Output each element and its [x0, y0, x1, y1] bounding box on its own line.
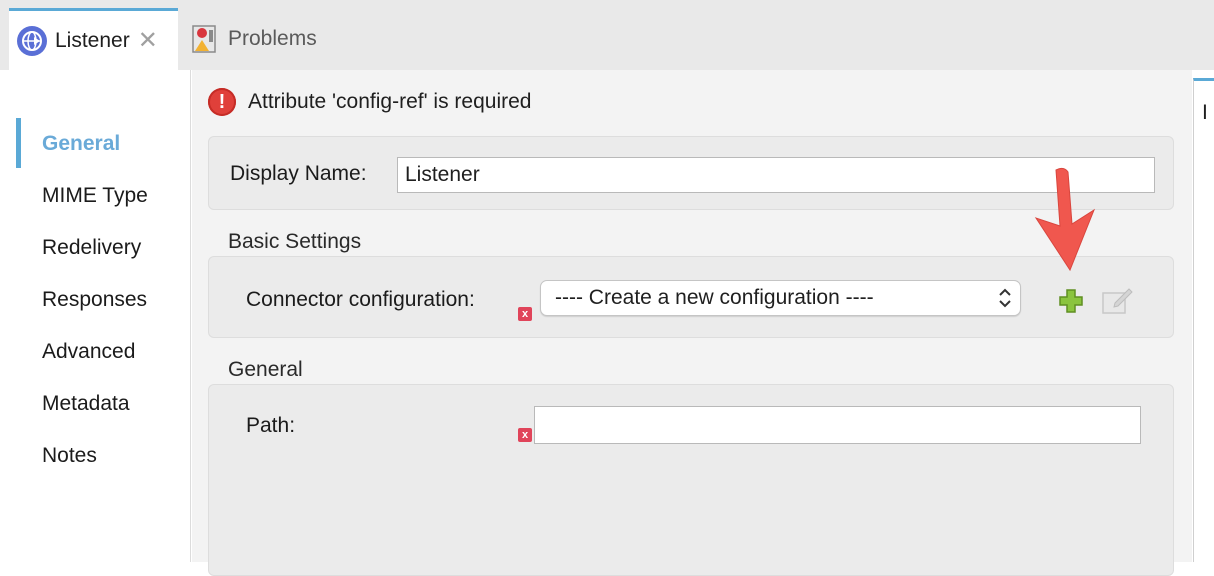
tab-listener-label: Listener [55, 28, 130, 52]
edit-configuration-icon[interactable] [1101, 285, 1133, 315]
tab-problems[interactable]: Problems [190, 8, 317, 70]
right-pane-text: I [1202, 101, 1208, 124]
editor-tab-bar: Listener ✕ Problems [0, 0, 1214, 70]
sidebar-item-notes[interactable]: Notes [42, 444, 97, 468]
sidebar-item-mime-type[interactable]: MIME Type [42, 184, 148, 208]
close-icon[interactable]: ✕ [138, 28, 158, 53]
required-icon: x [518, 428, 532, 442]
problems-view-icon [190, 24, 218, 54]
general-section-title: General [228, 358, 303, 381]
display-name-label: Display Name: [230, 162, 367, 185]
sidebar-item-general[interactable]: General [42, 132, 120, 156]
globe-connector-icon [17, 25, 47, 56]
annotation-arrow-icon [1034, 167, 1096, 272]
sidebar-item-responses[interactable]: Responses [42, 288, 147, 312]
path-label: Path: [246, 414, 296, 437]
basic-settings-title: Basic Settings [228, 230, 362, 253]
connector-configuration-select[interactable]: ---- Create a new configuration ---- [540, 280, 1021, 316]
add-configuration-icon[interactable] [1058, 288, 1084, 314]
path-input[interactable] [534, 406, 1141, 444]
property-sidebar: General MIME Type Redelivery Responses A… [0, 70, 191, 562]
tab-problems-label: Problems [228, 27, 317, 50]
error-icon: ! [208, 88, 236, 116]
connector-configuration-value: ---- Create a new configuration ---- [555, 286, 874, 309]
error-message: ! Attribute 'config-ref' is required [208, 88, 531, 116]
sidebar-item-advanced[interactable]: Advanced [42, 340, 135, 364]
sidebar-item-redelivery[interactable]: Redelivery [42, 236, 141, 260]
right-pane: I [1193, 78, 1214, 562]
connector-configuration-label: Connector configuration: [246, 288, 475, 311]
sidebar-item-metadata[interactable]: Metadata [42, 392, 130, 416]
chevron-updown-icon [999, 288, 1011, 308]
required-icon: x [518, 307, 532, 321]
general-properties-form: ! Attribute 'config-ref' is required Dis… [192, 70, 1192, 576]
tab-listener[interactable]: Listener ✕ [9, 8, 178, 70]
error-text: Attribute 'config-ref' is required [248, 90, 532, 113]
selected-indicator [16, 118, 21, 168]
